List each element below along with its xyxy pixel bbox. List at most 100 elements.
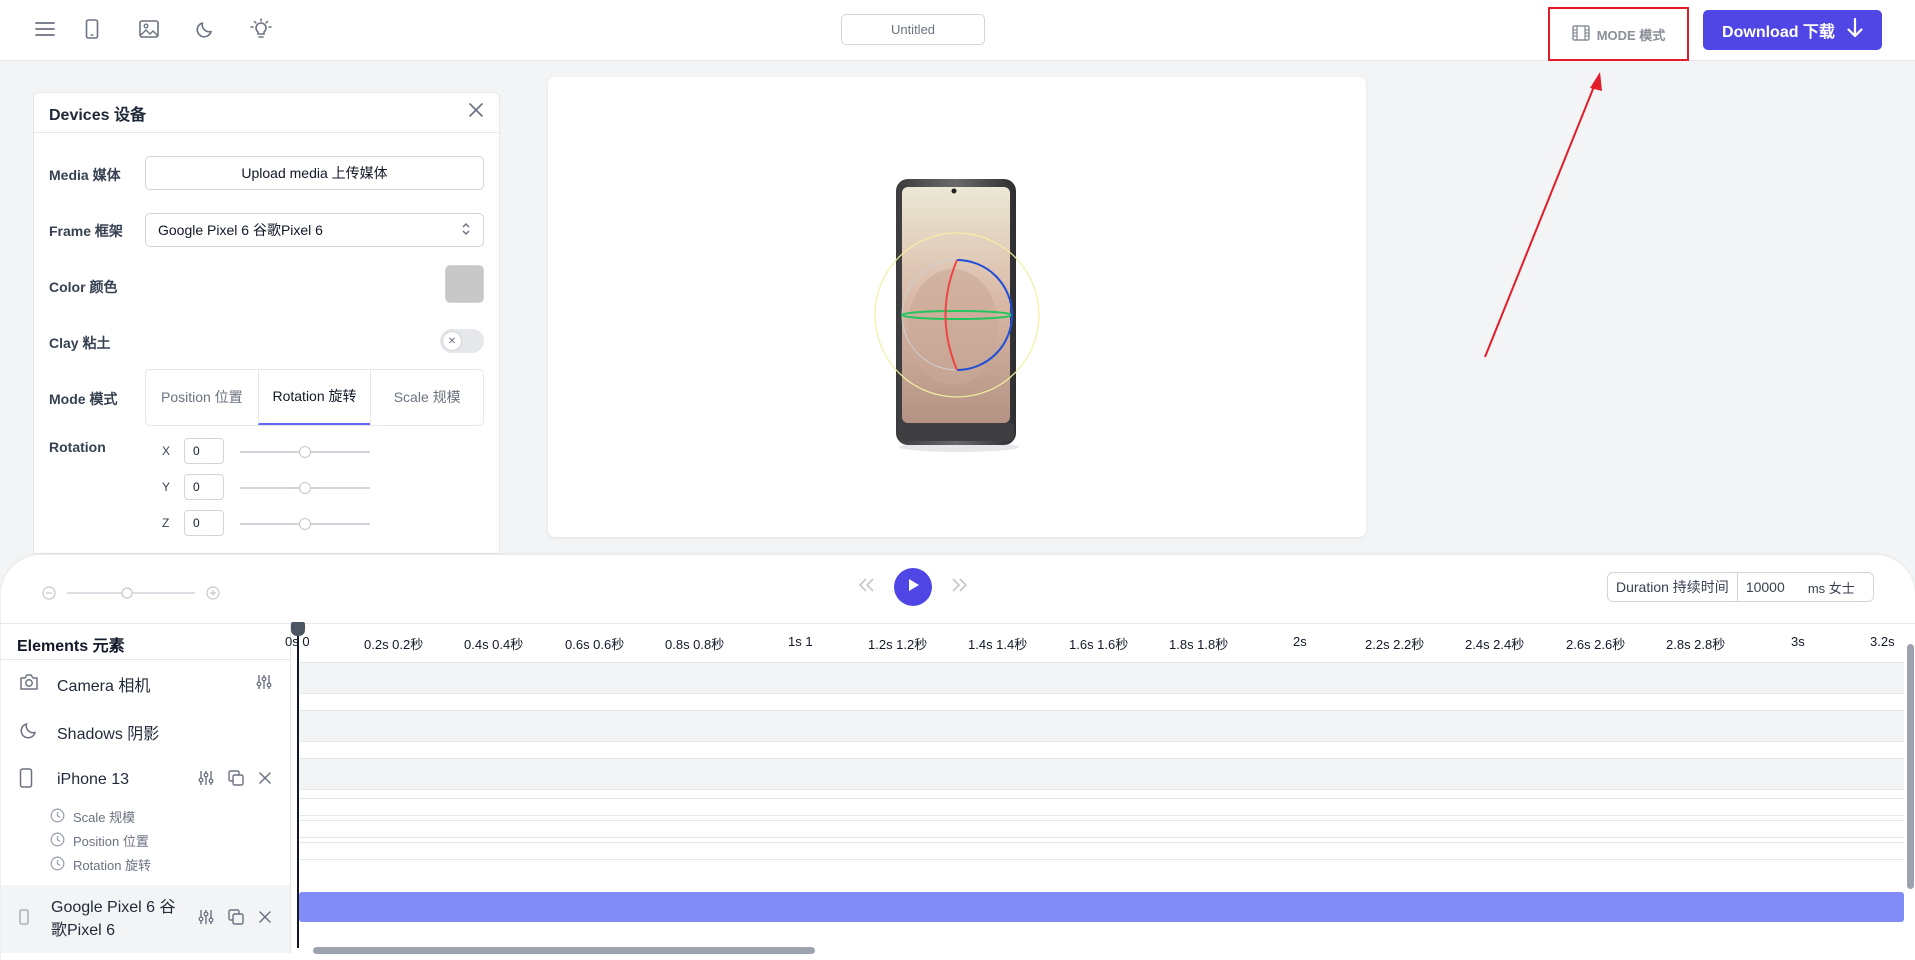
- rotation-y-slider[interactable]: [240, 482, 370, 494]
- duration-input[interactable]: 10000: [1738, 579, 1806, 595]
- frame-select-value: Google Pixel 6 谷歌Pixel 6: [158, 222, 323, 238]
- skip-back-icon[interactable]: [857, 577, 875, 598]
- duration-unit: ms 女士: [1807, 580, 1855, 596]
- adjustments-icon[interactable]: [256, 674, 272, 695]
- slider-handle[interactable]: [299, 518, 311, 530]
- lightbulb-icon[interactable]: [248, 16, 274, 42]
- element-name: Camera 相机: [57, 678, 151, 695]
- ruler-tick: 2.2s 2.2秒: [1365, 637, 1425, 652]
- ruler-tick: 0.6s 0.6秒: [565, 637, 625, 652]
- devices-panel: Devices 设备 Media 媒体 Upload media 上传媒体 Fr…: [33, 92, 500, 554]
- tab-scale[interactable]: Scale 规模: [370, 370, 483, 425]
- close-icon[interactable]: [258, 910, 272, 929]
- timeline-panel: Duration 持续时间 10000 ms 女士 Elements 元素 Ca…: [1, 555, 1915, 960]
- element-name: Google Pixel 6 谷歌Pixel 6: [51, 899, 176, 939]
- mode-button[interactable]: MODE 模式: [1548, 7, 1689, 61]
- keyframe-label: Rotation 旋转: [73, 858, 152, 873]
- close-icon[interactable]: [468, 102, 484, 123]
- ruler-tick: 0.8s 0.8秒: [665, 637, 725, 652]
- duplicate-icon[interactable]: [228, 769, 244, 791]
- slider-handle[interactable]: [299, 482, 311, 494]
- frame-label: Frame 框架: [49, 223, 123, 239]
- frame-select[interactable]: Google Pixel 6 谷歌Pixel 6: [145, 213, 484, 247]
- vertical-scrollbar[interactable]: [1907, 644, 1914, 889]
- timeline-clip[interactable]: [299, 892, 1904, 922]
- toggle-off-icon: ✕: [442, 331, 462, 351]
- camera-icon: [19, 673, 39, 696]
- preview-canvas[interactable]: [548, 77, 1366, 537]
- scrollbar-thumb[interactable]: [313, 947, 815, 954]
- upload-media-button[interactable]: Upload media 上传媒体: [145, 156, 484, 190]
- ruler-tick: 0.4s 0.4秒: [464, 637, 524, 652]
- close-icon[interactable]: [258, 771, 272, 790]
- color-swatch[interactable]: [445, 265, 484, 303]
- duplicate-icon[interactable]: [228, 908, 244, 930]
- duration-label: Duration 持续时间: [1608, 573, 1738, 601]
- element-pixel6[interactable]: Google Pixel 6 谷歌Pixel 6: [1, 885, 290, 953]
- element-camera[interactable]: Camera 相机: [1, 660, 290, 708]
- moon-icon: [19, 720, 39, 745]
- keyframe-scale[interactable]: Scale 规模: [50, 807, 135, 826]
- phone-preview: [874, 179, 1040, 452]
- track-rotation[interactable]: [299, 842, 1904, 860]
- track-scale[interactable]: [299, 798, 1904, 816]
- mode-tabs: Position 位置 Rotation 旋转 Scale 规模: [145, 369, 484, 426]
- track-camera[interactable]: [299, 662, 1904, 694]
- horizontal-scrollbar[interactable]: [299, 945, 1891, 955]
- time-ruler[interactable]: 0s 0 0.2s 0.2秒 0.4s 0.4秒 0.6s 0.6秒 0.8s …: [285, 623, 1915, 660]
- mode-button-label: MODE 模式: [1596, 27, 1666, 43]
- play-icon: [906, 577, 920, 598]
- rotation-z-input[interactable]: 0: [184, 510, 224, 536]
- arrow-down-icon: [1847, 17, 1863, 43]
- device-icon[interactable]: [79, 16, 105, 42]
- ruler-tick: 1.6s 1.6秒: [1069, 637, 1129, 652]
- element-name: iPhone 13: [57, 771, 130, 788]
- elements-title: Elements 元素: [1, 623, 290, 660]
- ruler-tick: 2.8s 2.8秒: [1666, 637, 1726, 652]
- skip-forward-icon[interactable]: [951, 577, 969, 598]
- ruler-tick: 3.2s: [1870, 634, 1895, 649]
- tab-position[interactable]: Position 位置: [146, 370, 258, 425]
- slider-handle[interactable]: [299, 446, 311, 458]
- ruler-tick: 2.6s 2.6秒: [1566, 637, 1626, 652]
- rotation-y-label: Y: [162, 480, 171, 494]
- ruler-tick: 2s: [1293, 634, 1307, 649]
- download-button-label: Download 下载: [1722, 24, 1835, 41]
- track-shadows[interactable]: [299, 710, 1904, 742]
- adjustments-icon[interactable]: [198, 770, 214, 791]
- rotation-x-input[interactable]: 0: [184, 438, 224, 464]
- color-label: Color 颜色: [49, 279, 118, 295]
- playhead[interactable]: [297, 623, 299, 948]
- rotation-label: Rotation: [49, 439, 106, 455]
- track-area[interactable]: [299, 662, 1904, 922]
- rotation-y-input[interactable]: 0: [184, 474, 224, 500]
- play-button[interactable]: [894, 568, 932, 606]
- keyframe-rotation[interactable]: Rotation 旋转: [50, 855, 151, 874]
- clock-icon: [50, 808, 65, 826]
- ruler-tick: 1.4s 1.4秒: [968, 637, 1028, 652]
- moon-icon[interactable]: [192, 16, 218, 42]
- ruler-tick: 1.2s 1.2秒: [868, 637, 928, 652]
- download-button[interactable]: Download 下载: [1703, 10, 1882, 50]
- clock-icon: [50, 856, 65, 874]
- keyframe-label: Position 位置: [73, 834, 149, 849]
- image-icon[interactable]: [136, 16, 162, 42]
- playhead-handle[interactable]: [291, 622, 305, 636]
- top-toolbar: Untitled MODE 模式 Download 下载: [0, 0, 1915, 61]
- tab-rotation[interactable]: Rotation 旋转: [257, 370, 371, 425]
- element-iphone13[interactable]: iPhone 13: [1, 756, 290, 804]
- keyframe-position[interactable]: Position 位置: [50, 831, 149, 850]
- rotation-z-slider[interactable]: [240, 518, 370, 530]
- ruler-tick: 0.2s 0.2秒: [364, 637, 424, 652]
- menu-icon[interactable]: [32, 16, 58, 42]
- adjustments-icon[interactable]: [198, 909, 214, 930]
- track-position[interactable]: [299, 820, 1904, 838]
- rotation-x-label: X: [162, 444, 171, 458]
- rotation-x-slider[interactable]: [240, 446, 370, 458]
- clay-toggle[interactable]: ✕: [440, 329, 484, 353]
- track-iphone13[interactable]: [299, 758, 1904, 790]
- zoom-control: [41, 585, 221, 606]
- element-shadows[interactable]: Shadows 阴影: [1, 708, 290, 756]
- project-title-input[interactable]: Untitled: [841, 14, 985, 45]
- element-name: Shadows 阴影: [57, 726, 160, 743]
